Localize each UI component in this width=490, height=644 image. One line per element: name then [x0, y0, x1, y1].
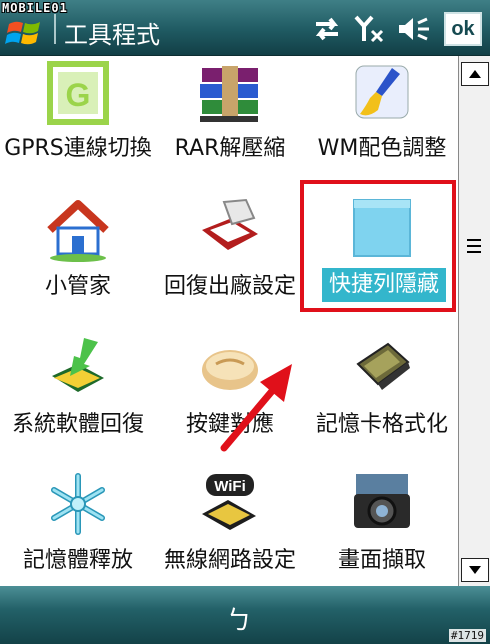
reset-device-icon [202, 198, 258, 250]
app-label: RAR解壓縮 [174, 136, 286, 161]
app-label: WM配色調整 [317, 136, 447, 161]
app-wm-color[interactable]: WM配色調整 [306, 56, 458, 196]
app-system-restore[interactable]: 系統軟體回復 [2, 330, 154, 470]
watermark-text: MOBILE01 [2, 1, 68, 15]
app-factory-reset[interactable]: 回復出廠設定 [154, 192, 306, 332]
svg-text:G: G [66, 77, 91, 113]
speaker-muted-icon[interactable] [396, 14, 432, 44]
vertical-scrollbar[interactable] [458, 56, 490, 586]
app-label: 記憶卡格式化 [315, 412, 448, 437]
app-label: 無線網路設定 [163, 548, 296, 573]
title-bar: MOBILE01 工具程式 ok [0, 0, 490, 56]
install-arrow-icon [52, 338, 104, 392]
scroll-thumb-grip-icon[interactable] [463, 232, 485, 260]
app-label: 記憶體釋放 [22, 548, 133, 573]
app-gprs-switch[interactable]: G GPRS連線切換 [2, 56, 154, 196]
soft-key-bar: ㄅ #1719 [0, 586, 490, 644]
camera-icon [354, 474, 410, 528]
app-label: 系統軟體回復 [11, 412, 144, 437]
gprs-g-icon: G [47, 61, 109, 125]
svg-text:WiFi: WiFi [214, 478, 246, 495]
paint-brush-icon [355, 65, 409, 119]
triangle-down-icon [469, 566, 481, 574]
annotation-highlight-box [300, 180, 456, 312]
app-screen-capture[interactable]: 畫面擷取 [306, 466, 458, 586]
scroll-down-button[interactable] [461, 558, 489, 582]
app-label: GPRS連線切換 [4, 136, 152, 161]
app-home-manager[interactable]: 小管家 [2, 192, 154, 332]
app-grid: G GPRS連線切換 RAR解壓縮 WM配色調整 小管家 回復出廠設定 快捷列隱… [0, 56, 458, 586]
snowflake-icon [51, 473, 105, 535]
app-label: 小管家 [44, 274, 111, 299]
app-card-format[interactable]: 記憶卡格式化 [306, 330, 458, 470]
memory-card-icon [356, 342, 410, 390]
title-separator [54, 14, 56, 44]
app-rar[interactable]: RAR解壓縮 [154, 56, 306, 196]
house-icon [47, 200, 109, 262]
photo-id-label: #1719 [448, 629, 486, 642]
ok-button[interactable]: ok [444, 12, 482, 46]
wifi-device-icon: WiFi [202, 474, 256, 530]
rar-books-icon [200, 66, 258, 122]
scroll-up-button[interactable] [461, 62, 489, 86]
windows-start-icon[interactable] [5, 14, 45, 50]
app-memory-release[interactable]: 記憶體釋放 [2, 466, 154, 586]
app-wifi-settings[interactable]: WiFi 無線網路設定 [154, 466, 306, 586]
app-label: 回復出廠設定 [163, 274, 296, 299]
input-method-button[interactable]: ㄅ [226, 600, 252, 637]
sync-arrows-icon[interactable] [312, 14, 342, 44]
no-signal-icon[interactable] [354, 14, 386, 44]
window-title: 工具程式 [64, 21, 160, 49]
triangle-up-icon [469, 70, 481, 78]
annotation-arrow-icon [220, 364, 292, 452]
app-label: 畫面擷取 [337, 548, 426, 573]
